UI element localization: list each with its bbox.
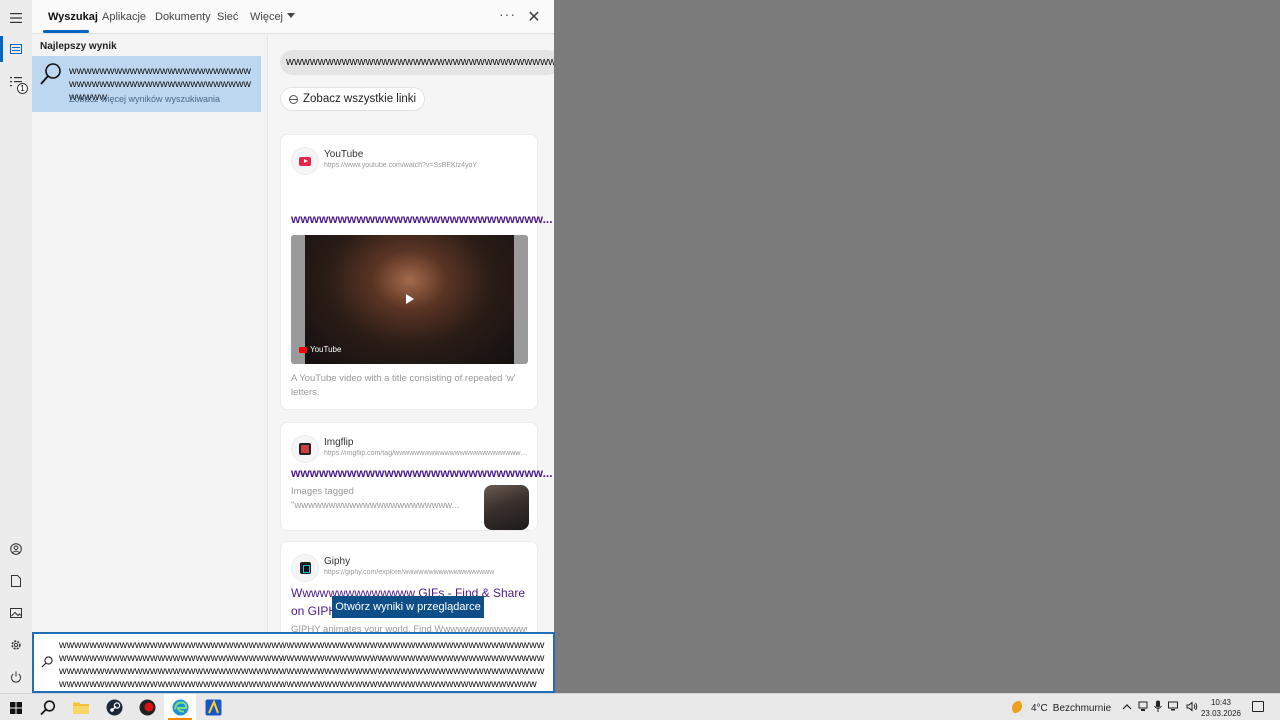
notifications-icon[interactable] bbox=[1252, 701, 1264, 712]
result-url: https://imgflip.com/tag/wwwwwwwwwwwwwwww… bbox=[324, 450, 529, 457]
chevron-up-icon[interactable] bbox=[1122, 702, 1132, 713]
result-description: Images tagged "wwwwwwwwwwwwwwwwwwwwwww..… bbox=[291, 486, 460, 511]
search-topbar: Wyszukaj Aplikacje Dokumenty Sieć Więcej… bbox=[32, 0, 554, 34]
tab-documents[interactable]: Dokumenty bbox=[155, 11, 211, 23]
imgflip-logo-icon bbox=[291, 435, 319, 463]
giphy-logo-icon bbox=[291, 554, 319, 582]
taskbar-search-button[interactable] bbox=[32, 694, 64, 720]
weather-widget[interactable]: 4°C Bezchmurnie bbox=[1012, 701, 1111, 715]
app-icon bbox=[205, 699, 221, 716]
search-box[interactable]: wwwwwwwwwwwwwwwwwwwwwwwwwwwwwwwwwwwwwwww… bbox=[32, 632, 555, 693]
network-icon[interactable] bbox=[1168, 701, 1180, 715]
search-icon bbox=[39, 62, 63, 89]
more-options-icon[interactable]: ··· bbox=[499, 6, 516, 22]
tab-apps[interactable]: Aplikacje bbox=[102, 11, 146, 23]
clock[interactable]: 10:43 23.03.2026 bbox=[1198, 697, 1244, 719]
youtube-mini-icon bbox=[299, 346, 307, 353]
clock-time: 10:43 bbox=[1210, 698, 1232, 707]
tab-more-label: Więcej bbox=[250, 11, 284, 23]
file-explorer-button[interactable] bbox=[65, 694, 97, 720]
result-source: Giphy bbox=[324, 556, 351, 567]
play-icon bbox=[406, 294, 414, 304]
best-match-subtitle: Zobacz więcej wyników wyszukiwania bbox=[69, 94, 221, 104]
preview-pane: wwwwwwwwwwwwwwwwwwwwwwwwwwwwwwwwwwwwwwww… bbox=[267, 35, 554, 633]
result-title[interactable]: wwwwwwwwwwwwwwwwwwwwwwwwwww... bbox=[291, 212, 553, 226]
microphone-icon[interactable] bbox=[1154, 700, 1162, 715]
youtube-logo-icon bbox=[291, 147, 319, 175]
search-icon bbox=[40, 699, 56, 715]
result-card-giphy[interactable]: Giphy https://giphy.com/explore/wwwwwwww… bbox=[280, 541, 538, 633]
result-card-youtube[interactable]: YouTube https://www.youtube.com/watch?v=… bbox=[280, 134, 553, 410]
globe-icon bbox=[289, 94, 298, 104]
power-icon[interactable] bbox=[0, 661, 32, 693]
result-source: YouTube bbox=[324, 149, 364, 160]
search-panel: Wyszukaj Aplikacje Dokumenty Sieć Więcej… bbox=[32, 0, 554, 693]
see-all-links-button[interactable]: Zobacz wszystkie linki bbox=[280, 87, 426, 111]
steam-button[interactable] bbox=[98, 694, 130, 720]
open-in-browser-tooltip[interactable]: Otwórz wyniki w przeglądarce bbox=[332, 596, 484, 618]
video-badge: YouTube bbox=[299, 345, 341, 354]
clock-date: 23.03.2026 bbox=[1200, 709, 1242, 718]
result-thumbnail[interactable] bbox=[484, 485, 529, 530]
result-card-imgflip[interactable]: Imgflip https://imgflip.com/tag/wwwwwwww… bbox=[280, 422, 553, 531]
windows-icon bbox=[10, 701, 22, 714]
edge-browser-button[interactable] bbox=[164, 694, 196, 720]
result-title[interactable]: wwwwwwwwwwwwwwwwwwwwwwwwwww... bbox=[291, 466, 553, 480]
left-rail: 1 bbox=[0, 0, 32, 693]
video-badge-label: YouTube bbox=[310, 345, 342, 354]
system-tray bbox=[1122, 694, 1198, 720]
result-url: https://giphy.com/explore/wwwwwwwwwwwwww… bbox=[324, 569, 495, 576]
weather-desc: Bezchmurnie bbox=[1052, 702, 1112, 714]
app-button-blue[interactable] bbox=[197, 694, 229, 720]
chevron-down-icon bbox=[287, 13, 296, 18]
pictures-icon[interactable] bbox=[0, 597, 32, 629]
search-home-icon[interactable] bbox=[0, 33, 32, 65]
tab-web[interactable]: Sieć bbox=[217, 11, 238, 23]
result-source: Imgflip bbox=[324, 437, 354, 448]
search-input[interactable]: wwwwwwwwwwwwwwwwwwwwwwwwwwwwwwwwwwwwwwww… bbox=[59, 639, 547, 691]
volume-icon[interactable] bbox=[1186, 700, 1198, 715]
tab-active-indicator bbox=[43, 30, 89, 33]
video-thumbnail[interactable]: YouTube bbox=[291, 235, 528, 364]
result-url: https://www.youtube.com/watch?v=SsBEKtz4… bbox=[324, 162, 478, 169]
app-icon bbox=[139, 699, 155, 716]
settings-icon[interactable] bbox=[0, 629, 32, 661]
start-button[interactable] bbox=[0, 694, 32, 720]
account-icon[interactable] bbox=[0, 533, 32, 565]
query-preview: wwwwwwwwwwwwwwwwwwwwwwwwwwwwwwwwwwwwwwww… bbox=[280, 50, 554, 75]
notification-badge: 1 bbox=[17, 83, 28, 94]
menu-icon[interactable] bbox=[0, 2, 32, 34]
steam-icon bbox=[106, 699, 122, 716]
taskbar: 4°C Bezchmurnie 10:43 23.03.2026 bbox=[0, 693, 1280, 720]
result-description: A YouTube video with a title consisting … bbox=[291, 373, 516, 398]
best-match-heading: Najlepszy wynik bbox=[40, 41, 117, 52]
folder-icon bbox=[73, 702, 89, 714]
moon-icon bbox=[1012, 701, 1026, 715]
edge-icon bbox=[172, 699, 188, 716]
activity-list-icon[interactable] bbox=[0, 66, 32, 98]
search-icon bbox=[41, 656, 53, 671]
app-button-red[interactable] bbox=[131, 694, 163, 720]
weather-temp: 4°C bbox=[1031, 702, 1048, 714]
results-list: Najlepszy wynik wwwwwwwwwwwwwwwwwwwwwwww… bbox=[32, 35, 267, 633]
display-icon[interactable] bbox=[1138, 701, 1148, 715]
tab-more[interactable]: Więcej bbox=[250, 11, 296, 23]
close-icon[interactable]: ✕ bbox=[526, 7, 542, 26]
see-all-links-label: Zobacz wszystkie linki bbox=[303, 93, 417, 105]
best-match-item[interactable]: wwwwwwwwwwwwwwwwwwwwwwwwwwwwwwwwwwwwwwww… bbox=[32, 56, 261, 112]
tab-search[interactable]: Wyszukaj bbox=[48, 11, 98, 23]
documents-icon[interactable] bbox=[0, 565, 32, 597]
